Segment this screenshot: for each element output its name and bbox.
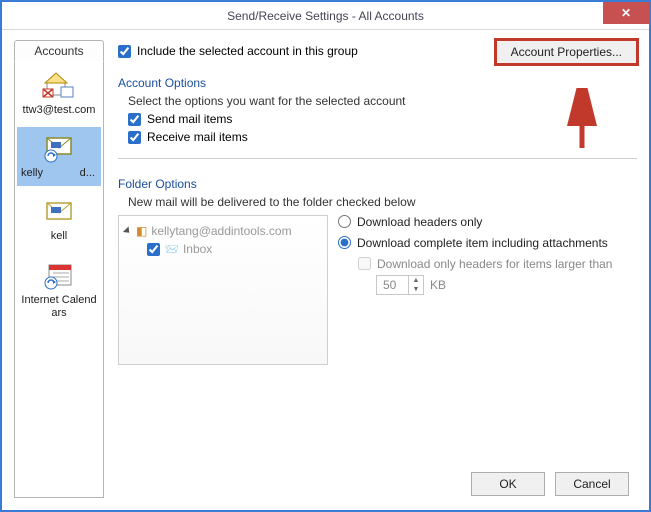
receive-mail-checkbox[interactable] — [128, 131, 141, 144]
divider — [118, 158, 637, 159]
tree-root-label: kellytang@addintools.com — [151, 222, 291, 240]
mail-store-icon: ◧ — [136, 222, 147, 240]
envelope-sync-icon — [41, 133, 77, 165]
size-value: 50 — [377, 276, 408, 294]
download-headers-only-row[interactable]: Download headers only — [338, 215, 637, 230]
inbox-icon: 📨 — [164, 240, 179, 258]
tree-root-row[interactable]: ◧ kellytang@addintools.com — [125, 222, 321, 240]
envelope-icon — [41, 196, 77, 228]
ok-label: OK — [499, 477, 516, 491]
cancel-button[interactable]: Cancel — [555, 472, 629, 496]
account-item-label: Internet Calendars — [19, 294, 99, 320]
download-complete-row[interactable]: Download complete item including attachm… — [338, 236, 637, 251]
cancel-label: Cancel — [573, 477, 610, 491]
inbox-checkbox[interactable] — [147, 243, 160, 256]
account-properties-button[interactable]: Account Properties... — [496, 40, 637, 64]
account-item-ttw3[interactable]: ttw3@test.com — [17, 64, 101, 123]
download-complete-label: Download complete item including attachm… — [357, 236, 608, 251]
account-item-kell[interactable]: kell — [17, 190, 101, 249]
close-icon: ✕ — [621, 6, 631, 20]
account-options-title: Account Options — [118, 76, 637, 90]
accounts-tab-label: Accounts — [34, 44, 83, 58]
headers-larger-label: Download only headers for items larger t… — [377, 257, 612, 271]
account-options-subtitle: Select the options you want for the sele… — [128, 94, 637, 108]
folder-options-title: Folder Options — [118, 177, 637, 191]
account-item-label: kell — [51, 230, 68, 243]
download-headers-only-label: Download headers only — [357, 215, 482, 230]
include-account-label: Include the selected account in this gro… — [137, 44, 358, 58]
account-item-label: kelly d... — [19, 167, 99, 180]
tree-inbox-label: Inbox — [183, 240, 212, 258]
size-spinbox[interactable]: 50 ▲ ▼ — [376, 275, 424, 295]
headers-larger-checkbox — [358, 257, 371, 270]
spin-up-icon[interactable]: ▲ — [409, 276, 423, 285]
account-item-label: ttw3@test.com — [23, 104, 96, 117]
titlebar: Send/Receive Settings - All Accounts ✕ — [2, 2, 649, 30]
folder-options-subtitle: New mail will be delivered to the folder… — [128, 195, 637, 209]
house-mail-icon — [41, 70, 77, 102]
receive-mail-label: Receive mail items — [147, 130, 248, 144]
size-unit-label: KB — [430, 278, 446, 292]
download-complete-radio[interactable] — [338, 236, 351, 249]
accounts-tab[interactable]: Accounts — [14, 40, 104, 62]
account-properties-label: Account Properties... — [511, 45, 622, 59]
accounts-list: ttw3@test.com — [14, 61, 104, 498]
spin-down-icon[interactable]: ▼ — [409, 285, 423, 294]
send-mail-label: Send mail items — [147, 112, 232, 126]
folder-tree[interactable]: ◧ kellytang@addintools.com 📨 Inbox — [118, 215, 328, 365]
ok-button[interactable]: OK — [471, 472, 545, 496]
close-button[interactable]: ✕ — [603, 2, 649, 24]
account-item-kelly-d[interactable]: kelly d... — [17, 127, 101, 186]
calendar-sync-icon — [41, 260, 77, 292]
window-title: Send/Receive Settings - All Accounts — [227, 9, 424, 23]
account-item-internet-calendars[interactable]: Internet Calendars — [17, 254, 101, 326]
download-headers-only-radio[interactable] — [338, 215, 351, 228]
tree-expand-icon — [123, 226, 132, 235]
include-account-checkbox[interactable] — [118, 45, 131, 58]
send-mail-checkbox[interactable] — [128, 113, 141, 126]
tree-inbox-row[interactable]: 📨 Inbox — [147, 240, 321, 258]
